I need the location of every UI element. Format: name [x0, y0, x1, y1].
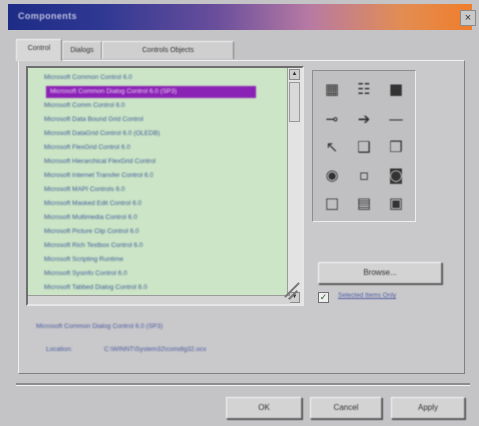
- window-icon[interactable]: ▣: [381, 189, 411, 217]
- chart-icon[interactable]: ◙: [381, 161, 411, 189]
- grid-icon[interactable]: ▦: [317, 75, 347, 103]
- apply-label: Apply: [417, 403, 438, 412]
- components-dialog: Components × Control Dialogs Controls Ob…: [0, 0, 479, 426]
- empty-icon[interactable]: □: [317, 189, 347, 217]
- list-item[interactable]: Microsoft FlexGrid Control 6.0: [44, 142, 130, 154]
- checkmark-icon: ✓: [319, 292, 328, 302]
- list-item[interactable]: Microsoft Data Bound Grid Control: [44, 114, 143, 126]
- list-item-selected[interactable]: Microsoft Common Dialog Control 6.0 (SP3…: [46, 86, 256, 98]
- selected-items-only-label[interactable]: Selected Items Only: [338, 292, 396, 299]
- browse-button[interactable]: Browse...: [318, 262, 442, 284]
- toolbox-icon-grid: ▦ ☷ ■ ⊸ ➔ — ↖ ❑ ❒ ◉ ▫ ◙ □ ▤ ▣: [312, 70, 416, 222]
- list-item[interactable]: Microsoft Internet Transfer Control 6.0: [44, 170, 153, 182]
- list-item[interactable]: Microsoft Multimedia Control 6.0: [44, 212, 137, 224]
- globe-icon[interactable]: ◉: [317, 161, 347, 189]
- cancel-button[interactable]: Cancel: [310, 397, 382, 419]
- list-item[interactable]: Microsoft Masked Edit Control 6.0: [44, 198, 142, 210]
- document-icon[interactable]: ❑: [349, 133, 379, 161]
- divider: [16, 383, 470, 386]
- list-vertical-scrollbar[interactable]: ▲ ▼: [287, 68, 302, 304]
- list-item[interactable]: Microsoft Common Control 6.0: [44, 72, 132, 84]
- resize-grip-icon[interactable]: [276, 278, 302, 304]
- image-icon[interactable]: ■: [381, 75, 411, 103]
- arrow-icon[interactable]: ➔: [349, 105, 379, 133]
- blank-icon[interactable]: ▫: [349, 161, 379, 189]
- slider-icon[interactable]: ⊸: [317, 105, 347, 133]
- tab-label: Control: [27, 45, 51, 52]
- cancel-label: Cancel: [333, 403, 359, 412]
- components-list[interactable]: ▲ ▼ Microsoft Common Control 6.0 Microsof…: [26, 66, 304, 306]
- list-item[interactable]: Microsoft Rich Textbox Control 6.0: [44, 240, 143, 252]
- list-item[interactable]: Microsoft Picture Clip Control 6.0: [44, 226, 139, 238]
- tab-dialogs[interactable]: Dialogs: [62, 41, 102, 59]
- list-item[interactable]: Microsoft Scripting Runtime: [44, 254, 123, 266]
- line-icon[interactable]: —: [381, 105, 411, 133]
- component-name: Microsoft Common Dialog Control 6.0 (SP3…: [36, 323, 163, 330]
- scroll-up-arrow-icon[interactable]: ▲: [289, 69, 300, 80]
- tab-control[interactable]: Control: [16, 39, 62, 61]
- list-item[interactable]: Microsoft MAPI Controls 6.0: [44, 184, 125, 196]
- title-bar[interactable]: Components: [8, 4, 472, 30]
- list-horizontal-scrollbar[interactable]: [28, 295, 290, 304]
- ok-label: OK: [258, 403, 270, 412]
- cursor-icon[interactable]: ↖: [317, 133, 347, 161]
- browse-label: Browse...: [363, 268, 397, 277]
- selected-items-only-checkbox[interactable]: ✓: [318, 292, 329, 303]
- list-item[interactable]: Microsoft Sysinfo Control 6.0: [44, 268, 127, 280]
- location-label: Location:: [46, 346, 73, 353]
- table-icon[interactable]: ▤: [349, 189, 379, 217]
- list-item[interactable]: Microsoft Hierarchical FlexGrid Control: [44, 156, 156, 168]
- list-item[interactable]: Microsoft DataGrid Control 6.0 (OLEDB): [44, 128, 160, 140]
- tab-label: Controls Objects: [142, 47, 194, 54]
- list-item[interactable]: Microsoft Tabbed Dialog Control 6.0: [44, 282, 147, 294]
- apply-button[interactable]: Apply: [391, 397, 465, 419]
- location-value: C:\WINNT\System32\comdlg32.ocx: [104, 346, 207, 353]
- tab-controls-objects[interactable]: Controls Objects: [102, 41, 234, 59]
- window-title: Components: [18, 11, 77, 21]
- stack-icon[interactable]: ❒: [381, 133, 411, 161]
- ok-button[interactable]: OK: [226, 397, 302, 419]
- toolbar-icon[interactable]: ☷: [349, 75, 379, 103]
- close-icon: ×: [464, 12, 472, 24]
- list-item[interactable]: Microsoft Comm Control 6.0: [44, 100, 125, 112]
- scroll-thumb[interactable]: [289, 82, 300, 122]
- tab-label: Dialogs: [70, 47, 94, 54]
- close-button[interactable]: ×: [460, 10, 476, 26]
